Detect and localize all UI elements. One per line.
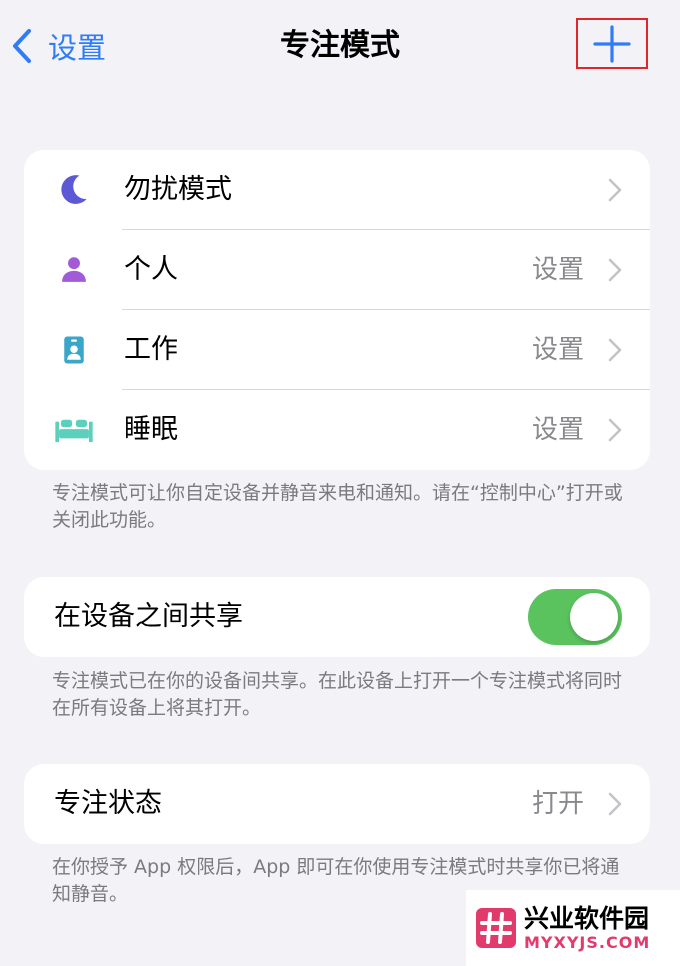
- share-across-devices-label: 在设备之间共享: [54, 601, 243, 632]
- share-across-devices-toggle[interactable]: [528, 589, 622, 645]
- add-button[interactable]: [576, 18, 648, 69]
- watermark-text: 兴业软件园 MYXYJS.COM: [524, 904, 650, 952]
- moon-icon: [54, 170, 94, 210]
- list-item-value: 设置: [531, 335, 584, 365]
- list-item-label: 勿扰模式: [124, 174, 232, 205]
- focus-modes-list: 勿扰模式 个人 设置 工作 设置 睡眠 设置: [24, 150, 650, 470]
- watermark-cn: 兴业软件园: [524, 904, 650, 933]
- list-item-value: 设置: [531, 255, 584, 285]
- chevron-right-icon: [608, 338, 622, 362]
- toggle-knob: [570, 593, 618, 641]
- focus-status-row[interactable]: 专注状态 打开: [24, 764, 650, 844]
- list-item-personal[interactable]: 个人 设置: [24, 230, 650, 310]
- navigation-bar: 设置 专注模式: [0, 0, 680, 92]
- bed-icon: [52, 410, 96, 450]
- list-item-sleep[interactable]: 睡眠 设置: [24, 390, 650, 470]
- chevron-right-icon: [608, 418, 622, 442]
- watermark-en: MYXYJS.COM: [524, 933, 651, 952]
- list-item-work[interactable]: 工作 设置: [24, 310, 650, 390]
- list-item-label: 工作: [124, 334, 178, 365]
- chevron-right-icon: [608, 792, 622, 816]
- focus-modes-footnote: 专注模式可让你自定设备并静音来电和通知。请在“控制中心”打开或关闭此功能。: [52, 482, 623, 531]
- focus-status-value: 打开: [531, 789, 584, 819]
- list-item-label: 睡眠: [124, 414, 178, 445]
- hash-logo-icon: [476, 908, 516, 948]
- list-item-do-not-disturb[interactable]: 勿扰模式: [24, 150, 650, 230]
- list-item-label: 个人: [124, 254, 178, 285]
- chevron-right-icon: [608, 258, 622, 282]
- share-across-devices-row: 在设备之间共享: [24, 577, 650, 657]
- person-icon: [54, 250, 94, 290]
- focus-status-group: 专注状态 打开: [24, 764, 650, 844]
- chevron-right-icon: [608, 178, 622, 202]
- plus-icon: [593, 24, 631, 63]
- watermark: 兴业软件园 MYXYJS.COM: [466, 890, 680, 966]
- badge-icon: [54, 330, 94, 370]
- share-across-devices-group: 在设备之间共享: [24, 577, 650, 657]
- focus-status-label: 专注状态: [54, 788, 162, 819]
- share-footnote: 专注模式已在你的设备间共享。在此设备上打开一个专注模式将同时在所有设备上将其打开…: [52, 670, 623, 719]
- list-item-value: 设置: [531, 415, 584, 445]
